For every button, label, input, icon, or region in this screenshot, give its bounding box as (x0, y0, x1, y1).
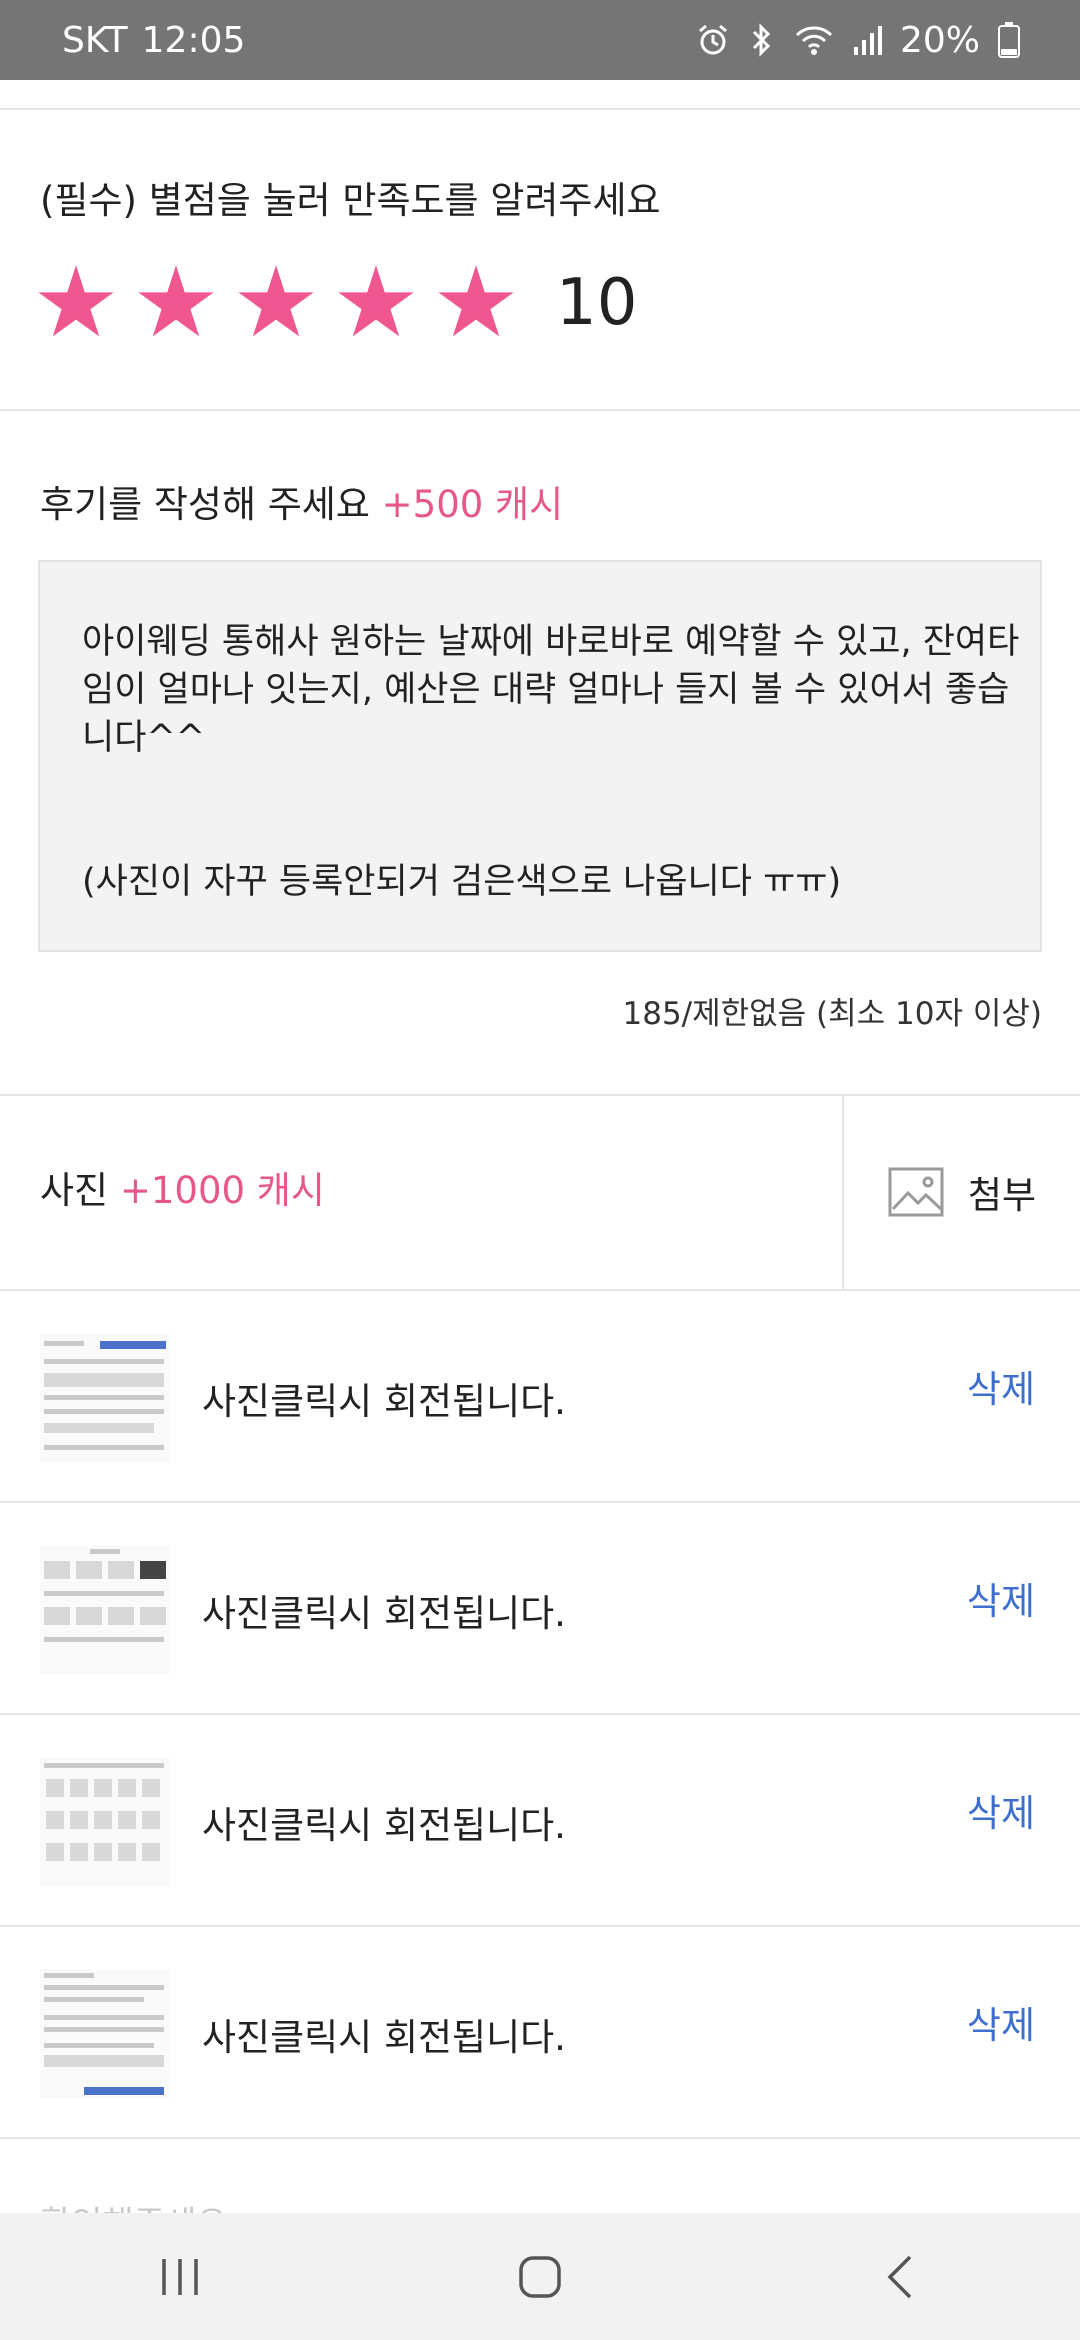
review-textarea[interactable]: 원하는곳에 상담하러 가기도 어려운 판인데 ㅠㅠ 아이웨딩 통해사 원하는 날… (38, 560, 1042, 952)
photo-row: 사진클릭시 회전됩니다. 삭제 (0, 1715, 1080, 1927)
review-title-text: 후기를 작성해 주세요 (40, 483, 370, 526)
review-text[interactable]: 원하는곳에 상담하러 가기도 어려운 판인데 ㅠㅠ 아이웨딩 통해사 원하는 날… (82, 562, 1022, 906)
back-button[interactable] (840, 2237, 960, 2317)
photo-thumbnail[interactable] (40, 1969, 170, 2099)
photo-row: 사진클릭시 회전됩니다. 삭제 (0, 1927, 1080, 2139)
photo-thumbnail[interactable] (40, 1333, 170, 1463)
star-rating[interactable] (36, 262, 516, 342)
wifi-icon (794, 23, 834, 57)
image-icon (888, 1167, 944, 1217)
divider (0, 108, 1080, 110)
photo-row: 사진클릭시 회전됩니다. 삭제 (0, 1291, 1080, 1503)
delete-photo-button[interactable]: 삭제 (967, 1783, 1035, 1837)
photo-thumbnail[interactable] (40, 1545, 170, 1675)
photo-thumbnail[interactable] (40, 1757, 170, 1887)
clock: 12:05 (141, 19, 246, 61)
photo-caption: 사진클릭시 회전됩니다. (202, 1592, 566, 1635)
photo-label: 사진 (40, 1169, 109, 1212)
battery-icon (998, 22, 1020, 58)
attach-photo-button[interactable]: 첨부 (844, 1096, 1080, 1288)
star-icon[interactable] (36, 262, 116, 342)
photo-section-title: 사진 +1000 캐시 (40, 1160, 325, 1214)
star-icon[interactable] (136, 262, 216, 342)
star-icon[interactable] (436, 262, 516, 342)
photo-caption: 사진클릭시 회전됩니다. (202, 2016, 566, 2059)
home-icon (519, 2255, 561, 2298)
signal-icon (852, 23, 882, 57)
photo-caption: 사진클릭시 회전됩니다. (202, 1380, 566, 1423)
star-icon[interactable] (336, 262, 416, 342)
recent-apps-icon (162, 2258, 198, 2295)
review-reward: +500 캐시 (381, 483, 564, 526)
review-title: 후기를 작성해 주세요 +500 캐시 (40, 474, 563, 528)
delete-photo-button[interactable]: 삭제 (967, 1359, 1035, 1413)
navigation-bar (0, 2213, 1080, 2340)
delete-photo-button[interactable]: 삭제 (967, 1995, 1035, 2049)
star-icon[interactable] (236, 262, 316, 342)
alarm-icon (696, 23, 730, 57)
home-button[interactable] (480, 2237, 600, 2317)
delete-photo-button[interactable]: 삭제 (967, 1571, 1035, 1625)
recent-apps-button[interactable] (120, 2237, 240, 2317)
status-bar: SKT 12:05 20% (0, 0, 1080, 80)
divider (0, 409, 1080, 411)
rating-score: 10 (556, 266, 638, 340)
rating-title: (필수) 별점을 눌러 만족도를 알려주세요 (40, 179, 661, 222)
photo-row: 사진클릭시 회전됩니다. 삭제 (0, 1503, 1080, 1715)
battery-percent: 20% (899, 19, 980, 61)
photo-reward: +1000 캐시 (119, 1169, 325, 1212)
back-icon (887, 2255, 912, 2298)
bluetooth-icon (748, 23, 776, 57)
photo-caption: 사진클릭시 회전됩니다. (202, 1804, 566, 1847)
character-counter: 185/제한없음 (최소 10자 이상) (622, 996, 1043, 1032)
carrier-label: SKT (62, 19, 128, 61)
attach-label: 첨부 (967, 1174, 1037, 1217)
